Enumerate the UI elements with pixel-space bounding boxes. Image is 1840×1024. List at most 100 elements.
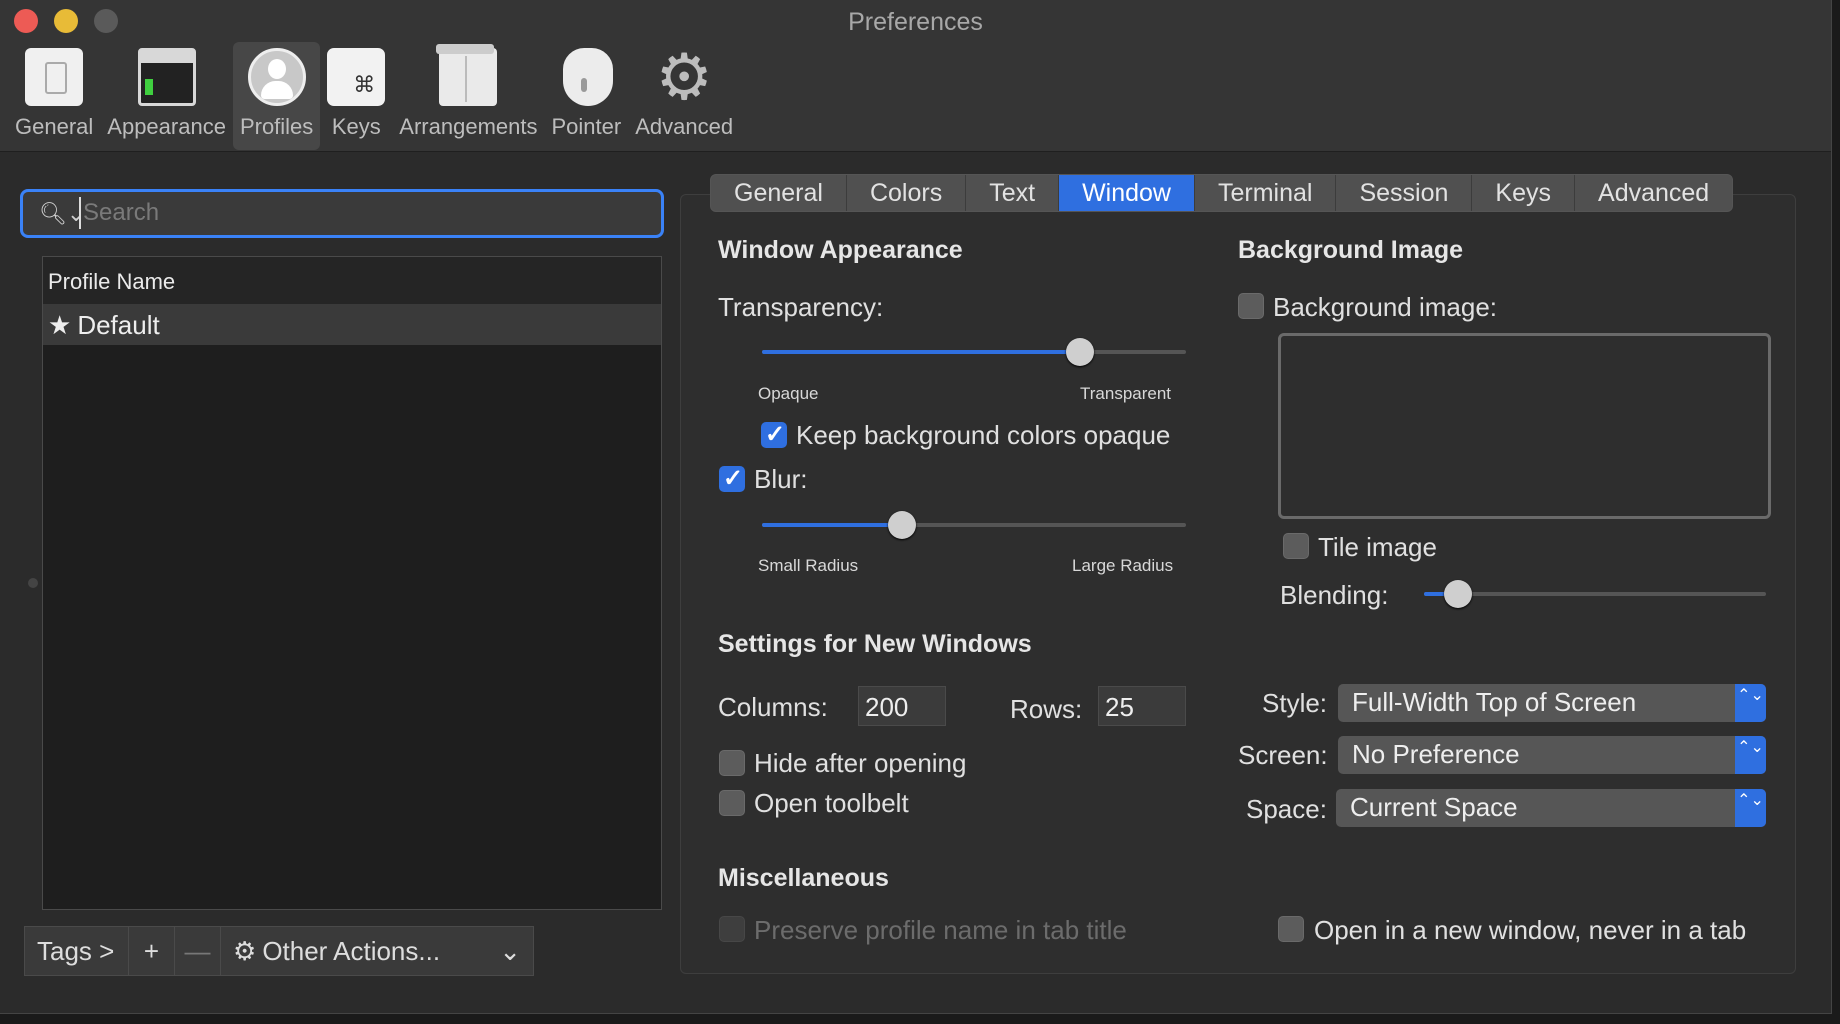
small-radius-label: Small Radius	[758, 556, 859, 575]
keys-icon: ⌘	[327, 48, 386, 106]
tab-window[interactable]: Window	[1059, 175, 1195, 211]
keep-bg-opaque-checkbox[interactable]	[761, 420, 787, 449]
split-view-handle[interactable]	[28, 578, 38, 588]
transparency-label: Transparency:	[718, 292, 884, 322]
search-input[interactable]	[79, 197, 649, 229]
profile-list-header[interactable]: Profile Name	[43, 257, 661, 305]
space-popup[interactable]: Current Space ⌃⌄	[1336, 789, 1766, 827]
screen-popup[interactable]: No Preference ⌃⌄	[1338, 736, 1766, 774]
tab-colors[interactable]: Colors	[847, 175, 967, 211]
style-value: Full-Width Top of Screen	[1352, 687, 1637, 717]
tab-keys[interactable]: Keys	[1472, 175, 1576, 211]
hide-after-opening-label: Hide after opening	[754, 748, 967, 778]
profiles-icon	[247, 48, 306, 106]
large-radius-label: Large Radius	[1072, 556, 1174, 575]
blending-label: Blending:	[1280, 580, 1389, 610]
open-toolbelt-checkbox[interactable]	[719, 790, 745, 816]
transparent-label: Transparent	[1080, 384, 1172, 403]
toolbar-item-keys[interactable]: ⌘ Keys	[320, 42, 392, 150]
background-image-heading: Background Image	[1238, 236, 1464, 264]
toolbar-label: Advanced	[635, 114, 734, 139]
toolbar-item-appearance[interactable]: Appearance	[100, 42, 233, 150]
appearance-icon	[137, 48, 196, 106]
profile-actions-bar: Tags > + — ⚙ Other Actions... ⌄	[24, 926, 534, 976]
open-new-window-checkbox[interactable]	[1278, 916, 1304, 942]
background-image-checkbox[interactable]	[1238, 293, 1264, 319]
background-image-well[interactable]	[1278, 333, 1771, 519]
tab-text[interactable]: Text	[966, 175, 1060, 211]
toolbar-label: Appearance	[107, 114, 226, 139]
tile-image-checkbox[interactable]	[1283, 533, 1309, 559]
background-image-label: Background image:	[1273, 292, 1498, 322]
rows-field[interactable]: 25	[1098, 686, 1186, 726]
blur-radius-slider[interactable]	[762, 511, 1186, 539]
preserve-profile-name-label: Preserve profile name in tab title	[754, 915, 1127, 945]
blur-checkbox[interactable]	[719, 464, 745, 493]
profile-tabs: General Colors Text Window Terminal Sess…	[710, 174, 1734, 212]
columns-field[interactable]: 200	[858, 686, 946, 726]
gear-icon: ⚙	[655, 41, 713, 113]
opaque-label: Opaque	[758, 384, 819, 403]
popup-arrows-icon: ⌃⌄	[1735, 736, 1766, 774]
slider-knob[interactable]	[1066, 338, 1094, 366]
slider-fill	[762, 350, 1080, 354]
toolbar-label: Profiles	[239, 114, 314, 139]
window-title: Preferences	[848, 8, 983, 36]
other-actions-menu[interactable]: ⚙ Other Actions... ⌄	[221, 927, 533, 975]
popup-arrows-icon: ⌃⌄	[1735, 684, 1766, 722]
title-bar: Preferences General Appearance Profiles …	[0, 0, 1831, 152]
popup-arrows-icon: ⌃⌄	[1735, 789, 1766, 827]
slider-knob[interactable]	[887, 511, 916, 539]
hide-after-opening-checkbox[interactable]	[719, 750, 745, 776]
blur-label: Blur:	[754, 464, 808, 494]
tile-image-label: Tile image	[1318, 532, 1437, 562]
new-windows-heading: Settings for New Windows	[718, 630, 1032, 658]
miscellaneous-heading: Miscellaneous	[718, 864, 889, 892]
keep-bg-opaque-label: Keep background colors opaque	[796, 420, 1171, 450]
star-icon: ★	[48, 309, 72, 340]
screen-value: No Preference	[1352, 739, 1520, 769]
profile-list: Profile Name ★ Default	[42, 256, 662, 910]
slider-fill	[762, 523, 902, 527]
profile-search-field[interactable]: 🔍︎⌄	[20, 189, 664, 238]
preserve-profile-name-checkbox	[719, 916, 745, 942]
tab-session[interactable]: Session	[1336, 175, 1473, 211]
style-popup[interactable]: Full-Width Top of Screen ⌃⌄	[1338, 684, 1766, 722]
arrangements-icon	[436, 44, 498, 106]
rows-label: Rows:	[1010, 694, 1083, 724]
space-label: Space:	[1246, 794, 1327, 824]
open-new-window-label: Open in a new window, never in a tab	[1314, 915, 1747, 945]
pointer-icon	[563, 48, 614, 106]
general-icon	[25, 48, 84, 106]
slider-knob[interactable]	[1444, 580, 1473, 608]
columns-label: Columns:	[718, 692, 828, 722]
gear-icon: ⚙	[233, 935, 257, 966]
toolbar-item-general[interactable]: General	[8, 42, 100, 150]
toolbar-item-pointer[interactable]: Pointer	[544, 42, 628, 150]
toolbar-item-arrangements[interactable]: Arrangements	[392, 42, 544, 150]
profile-row[interactable]: ★ Default	[43, 305, 661, 345]
space-value: Current Space	[1350, 792, 1518, 822]
chevron-down-icon: ⌄	[499, 935, 521, 966]
slider-track	[1424, 592, 1766, 596]
toolbar-label: Arrangements	[399, 114, 538, 139]
tab-general[interactable]: General	[711, 175, 847, 211]
transparency-slider[interactable]	[762, 338, 1186, 366]
add-profile-button[interactable]: +	[129, 927, 175, 975]
preferences-window: Preferences General Appearance Profiles …	[0, 0, 1832, 1014]
blending-slider[interactable]	[1424, 580, 1766, 608]
window-appearance-heading: Window Appearance	[718, 236, 963, 264]
toolbar-label: Pointer	[551, 114, 622, 139]
tab-terminal[interactable]: Terminal	[1195, 175, 1337, 211]
style-label: Style:	[1262, 688, 1328, 718]
profile-name: Default	[77, 309, 160, 340]
screen-label: Screen:	[1238, 740, 1328, 770]
toolbar-label: General	[15, 114, 94, 139]
open-toolbelt-label: Open toolbelt	[754, 788, 909, 818]
toolbar-item-advanced[interactable]: ⚙ Advanced	[628, 42, 740, 150]
tab-advanced[interactable]: Advanced	[1575, 175, 1732, 211]
other-actions-label: Other Actions...	[262, 935, 441, 966]
remove-profile-button[interactable]: —	[175, 927, 221, 975]
toolbar-item-profiles[interactable]: Profiles	[232, 42, 321, 150]
tags-button[interactable]: Tags >	[25, 927, 129, 975]
